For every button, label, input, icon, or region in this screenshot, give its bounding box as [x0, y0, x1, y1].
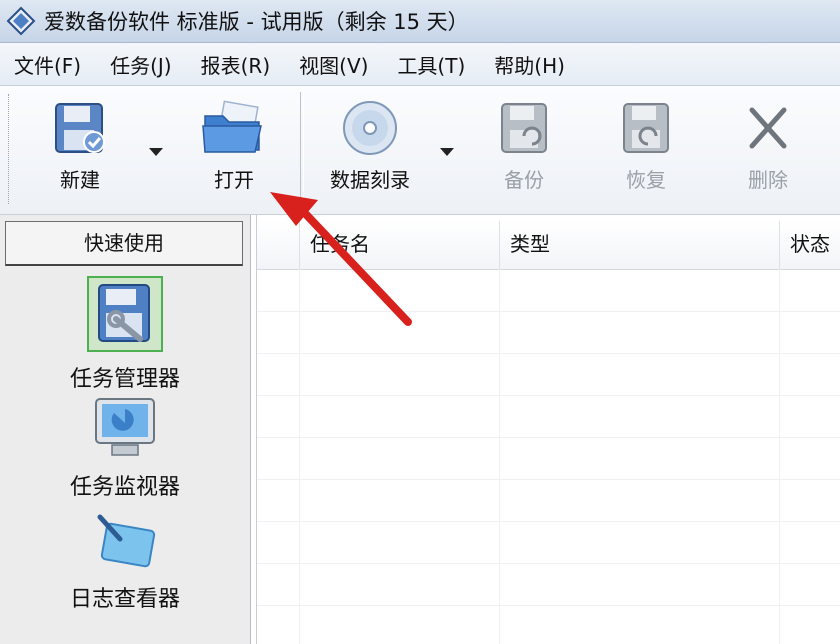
- task-monitor-label: 任务监视器: [69, 475, 180, 500]
- table-header: 任务名 类型 状态: [257, 221, 840, 270]
- menu-help[interactable]: 帮助(H): [480, 50, 580, 79]
- toolbar-grip[interactable]: [8, 94, 12, 204]
- row-header-corner: [257, 221, 299, 269]
- grid-line: [257, 605, 840, 606]
- grid-line: [257, 563, 840, 564]
- menu-task[interactable]: 任务(J): [96, 50, 187, 79]
- restore-disk-icon: [623, 103, 669, 153]
- new-button[interactable]: 新建: [30, 98, 130, 202]
- menu-file[interactable]: 文件(F): [0, 50, 96, 79]
- log-viewer-item[interactable]: 日志查看器: [0, 511, 250, 613]
- quick-use-title: 快速使用: [5, 221, 243, 266]
- grid-line: [257, 353, 840, 354]
- task-manager-label: 任务管理器: [69, 367, 180, 392]
- backup-disk-icon: [501, 103, 547, 153]
- grid-line: [257, 311, 840, 312]
- disc-icon: [343, 101, 397, 155]
- menu-bar: 文件(F) 任务(J) 报表(R) 视图(V) 工具(T) 帮助(H): [0, 43, 840, 86]
- open-label: 打开: [214, 168, 254, 192]
- task-monitor-item[interactable]: 任务监视器: [0, 395, 250, 501]
- task-table: 任务名 类型 状态: [256, 215, 840, 644]
- toolbar: 新建 打开 数据刻录 备份 恢复 删除: [0, 86, 840, 215]
- burn-label: 数据刻录: [330, 168, 410, 192]
- grid-line: [299, 269, 300, 644]
- column-header-type[interactable]: 类型: [499, 221, 779, 269]
- window-title: 爱数备份软件 标准版 - 试用版（剩余 15 天）: [44, 10, 469, 34]
- new-label: 新建: [60, 168, 100, 192]
- title-bar: 爱数备份软件 标准版 - 试用版（剩余 15 天）: [0, 0, 840, 43]
- toolbar-separator: [300, 92, 304, 206]
- delete-button[interactable]: 删除: [718, 98, 818, 202]
- menu-report[interactable]: 报表(R): [187, 50, 286, 79]
- burn-dropdown-arrow[interactable]: [440, 148, 454, 156]
- log-viewer-label: 日志查看器: [69, 587, 180, 612]
- task-manager-item[interactable]: 任务管理器: [0, 275, 250, 393]
- new-dropdown-arrow[interactable]: [149, 148, 163, 156]
- open-button[interactable]: 打开: [184, 98, 284, 202]
- log-viewer-icon: [97, 514, 156, 568]
- menu-view[interactable]: 视图(V): [285, 50, 383, 79]
- column-header-status[interactable]: 状态: [779, 221, 840, 269]
- grid-line: [499, 269, 500, 644]
- backup-label: 备份: [504, 168, 544, 192]
- delete-x-icon: [749, 107, 787, 149]
- open-folder-icon: [202, 100, 262, 153]
- backup-button[interactable]: 备份: [474, 98, 574, 202]
- app-diamond-icon: [6, 6, 36, 36]
- delete-label: 删除: [748, 168, 788, 192]
- burn-button[interactable]: 数据刻录: [320, 98, 420, 202]
- column-header-task-name[interactable]: 任务名: [299, 221, 499, 269]
- grid-line: [257, 437, 840, 438]
- task-manager-icon: [87, 276, 163, 352]
- restore-button[interactable]: 恢复: [596, 98, 696, 202]
- restore-label: 恢复: [626, 168, 666, 192]
- grid-line: [257, 521, 840, 522]
- grid-line: [257, 479, 840, 480]
- grid-line: [779, 269, 780, 644]
- floppy-disk-new-icon: [55, 103, 105, 153]
- quick-use-panel: 快速使用 任务管理器 任务监视器 日志查看器: [0, 215, 251, 644]
- monitor-icon: [95, 398, 155, 456]
- menu-tools[interactable]: 工具(T): [383, 50, 480, 79]
- grid-line: [257, 395, 840, 396]
